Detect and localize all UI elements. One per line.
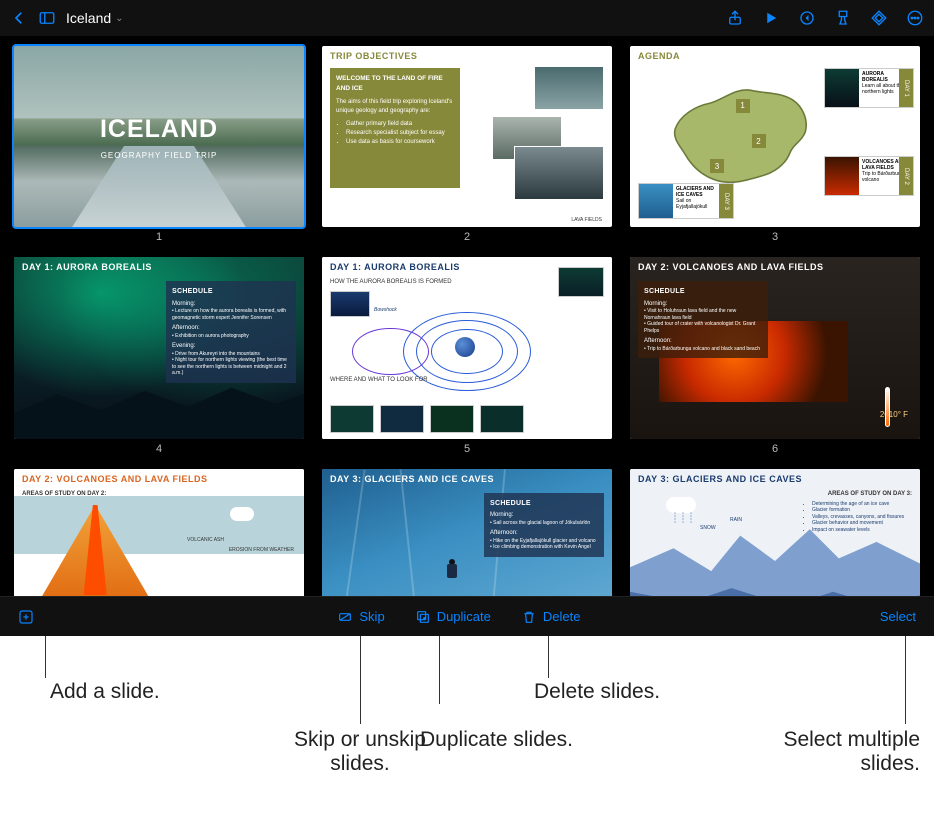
slide-thumb-2[interactable]: TRIP OBJECTIVES WELCOME TO THE LAND OF F… — [322, 46, 612, 243]
delete-button[interactable]: Delete — [521, 609, 581, 625]
climber-icon — [444, 559, 460, 581]
more-icon[interactable] — [906, 9, 924, 27]
agenda-day3: GLACIERS AND ICE CAVESSail on Eyjafjalla… — [638, 183, 734, 219]
agenda-day1: AURORA BOREALISLearn all about the north… — [824, 68, 914, 108]
slide-number: 5 — [464, 443, 470, 455]
top-toolbar: Iceland ⌄ — [0, 0, 934, 36]
slide1-title: ICELAND — [14, 115, 304, 144]
slide-thumb-7[interactable]: DAY 2: VOLCANOES AND LAVA FIELDS AREAS O… — [14, 469, 304, 597]
slide-thumb-9[interactable]: DAY 3: GLACIERS AND ICE CAVES ┊┊┊ AREAS … — [630, 469, 920, 597]
bottom-toolbar: Skip Duplicate Delete Select — [0, 596, 934, 636]
document-title[interactable]: Iceland ⌄ — [66, 10, 124, 26]
slide-thumb-5[interactable]: DAY 1: AURORA BOREALIS HOW THE AURORA BO… — [322, 257, 612, 454]
slide1-subtitle: GEOGRAPHY FIELD TRIP — [14, 151, 304, 160]
slide4-header: DAY 1: AURORA BOREALIS — [22, 262, 152, 272]
delete-label: Delete — [543, 609, 581, 624]
slide-thumb-6[interactable]: DAY 2: VOLCANOES AND LAVA FIELDS SCHEDUL… — [630, 257, 920, 454]
callout-select: Select multiple slides. — [700, 728, 920, 776]
format-brush-icon[interactable] — [834, 9, 852, 27]
chevron-down-icon: ⌄ — [115, 13, 123, 24]
cloud-icon — [666, 497, 696, 513]
select-label: Select — [880, 609, 916, 624]
slide4-schedule: SCHEDULE Morning: • Lecture on how the a… — [166, 281, 296, 382]
slide-thumb-4[interactable]: DAY 1: AURORA BOREALIS SCHEDULE Morning:… — [14, 257, 304, 454]
play-icon[interactable] — [762, 9, 780, 27]
rehearse-icon[interactable] — [798, 9, 816, 27]
slide3-header: AGENDA — [638, 51, 680, 61]
animate-icon[interactable] — [870, 9, 888, 27]
slide-thumb-1[interactable]: ICELAND GEOGRAPHY FIELD TRIP 1 — [14, 46, 304, 243]
slide6-header: DAY 2: VOLCANOES AND LAVA FIELDS — [638, 262, 824, 272]
slide8-header: DAY 3: GLACIERS AND ICE CAVES — [330, 474, 494, 484]
slide8-schedule: SCHEDULE Morning: • Sail across the glac… — [484, 493, 604, 557]
share-icon[interactable] — [726, 9, 744, 27]
slide-number: 2 — [464, 231, 470, 243]
slide7-header: DAY 2: VOLCANOES AND LAVA FIELDS — [22, 474, 208, 484]
duplicate-button[interactable]: Duplicate — [415, 609, 491, 625]
sidebar-toggle-icon[interactable] — [38, 9, 56, 27]
callout-delete: Delete slides. — [534, 680, 660, 704]
slide9-header: DAY 3: GLACIERS AND ICE CAVES — [638, 474, 802, 484]
cloud-icon — [230, 507, 254, 521]
duplicate-label: Duplicate — [437, 609, 491, 624]
keynote-light-table: Iceland ⌄ — [0, 0, 934, 636]
callout-add: Add a slide. — [50, 680, 160, 704]
slide2-header: TRIP OBJECTIVES — [330, 51, 417, 61]
skip-label: Skip — [359, 609, 384, 624]
slide2-panel: WELCOME TO THE LAND OF FIRE AND ICE The … — [330, 68, 460, 188]
callout-duplicate: Duplicate slides. — [420, 728, 573, 752]
slide-grid[interactable]: ICELAND GEOGRAPHY FIELD TRIP 1 TRIP OBJE… — [0, 36, 934, 596]
select-button[interactable]: Select — [880, 609, 916, 624]
slide-number: 4 — [156, 443, 162, 455]
slide-number: 3 — [772, 231, 778, 243]
iceland-map-icon: 1 2 3 — [659, 73, 819, 200]
skip-button[interactable]: Skip — [337, 609, 384, 625]
document-title-text: Iceland — [66, 10, 111, 26]
help-callouts: Add a slide. Skip or unskip slides. Dupl… — [0, 636, 934, 826]
slide-thumb-3[interactable]: AGENDA 1 2 3 AURORA BOREALISLearn all ab… — [630, 46, 920, 243]
slide-number: 6 — [772, 443, 778, 455]
slide-thumb-8[interactable]: DAY 3: GLACIERS AND ICE CAVES SCHEDULE M… — [322, 469, 612, 597]
slide5-header: DAY 1: AURORA BOREALIS — [330, 262, 460, 272]
slide6-schedule: SCHEDULE Morning: • Visit to Holuhraun l… — [638, 281, 768, 358]
back-icon[interactable] — [10, 9, 28, 27]
agenda-day2: VOLCANOES AND LAVA FIELDSTrip to Bárðarb… — [824, 156, 914, 196]
slide-number: 1 — [156, 231, 162, 243]
add-slide-button[interactable] — [18, 607, 38, 627]
thermometer-icon — [885, 387, 890, 427]
